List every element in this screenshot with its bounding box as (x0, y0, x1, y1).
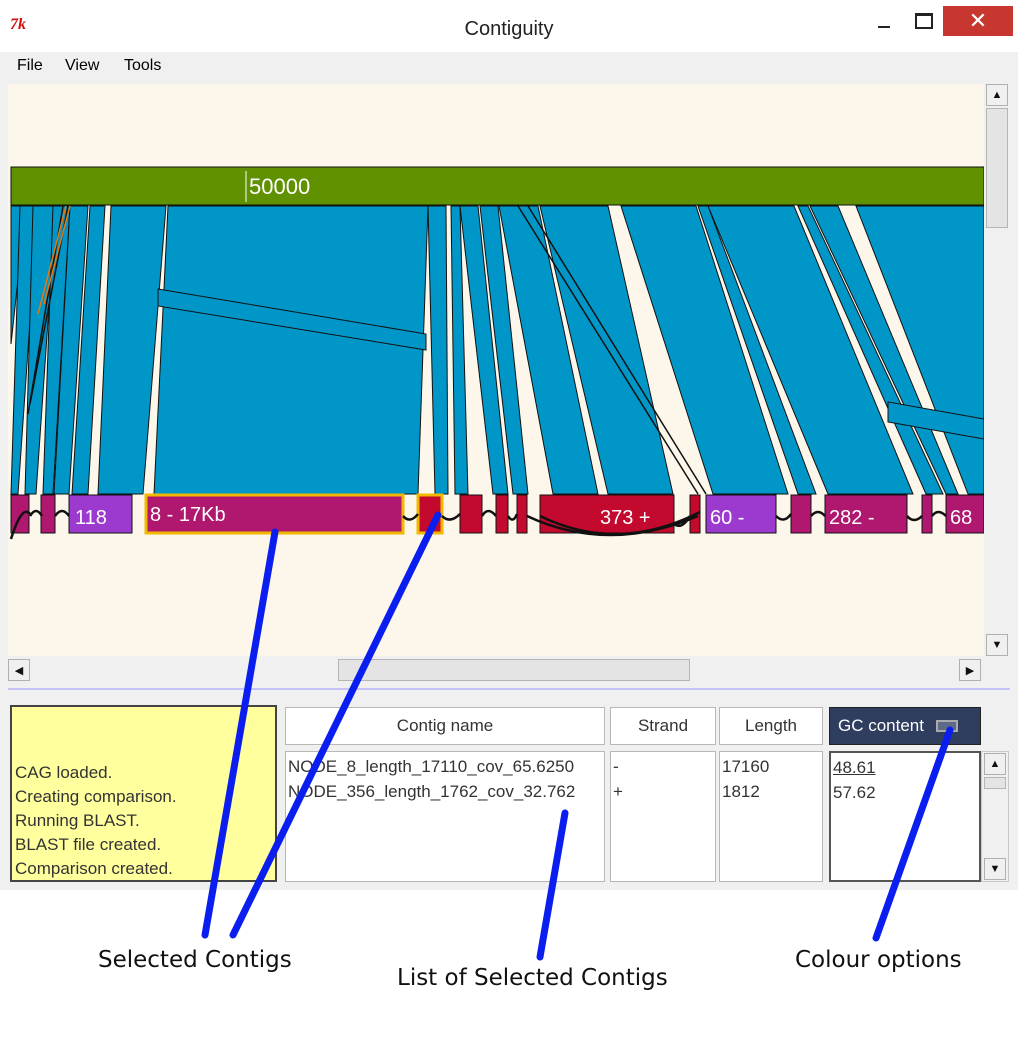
annotation-arrows (201, 511, 954, 961)
annotation-colour-options: Colour options (795, 947, 962, 973)
annotation-lines (201, 511, 954, 961)
annotation-list-selected-contigs: List of Selected Contigs (397, 965, 668, 991)
annotation-selected-contigs: Selected Contigs (98, 947, 292, 973)
